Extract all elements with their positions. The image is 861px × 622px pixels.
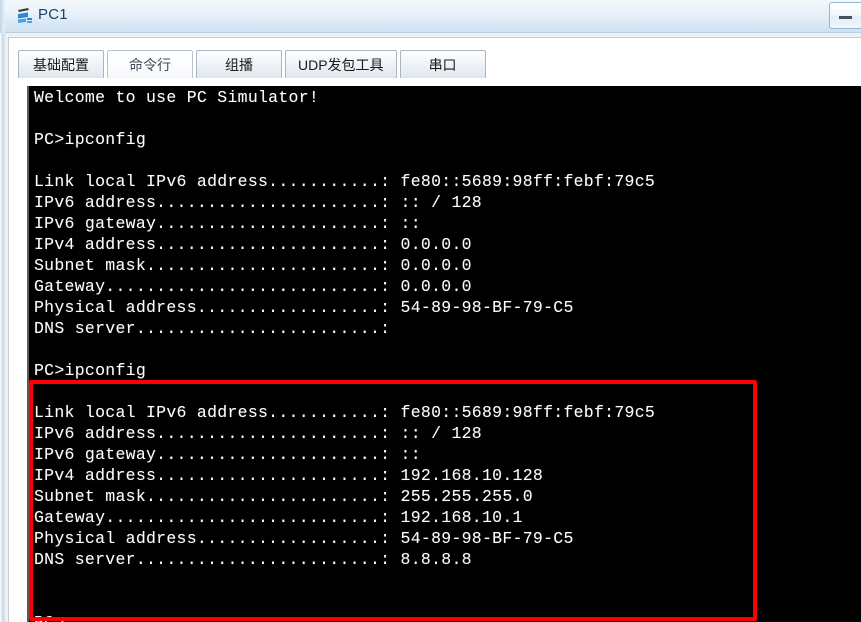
tab-udp-packet-tool[interactable]: UDP发包工具 xyxy=(285,50,397,78)
pc-device-icon xyxy=(15,6,35,26)
tab-basic-config[interactable]: 基础配置 xyxy=(18,50,104,78)
tab-label: 组播 xyxy=(225,56,253,73)
terminal-output: Welcome to use PC Simulator! PC>ipconfig… xyxy=(34,88,656,622)
content-panel: 基础配置 命令行 组播 UDP发包工具 串口 Welcome to use PC… xyxy=(8,37,861,622)
pc1-simulator-window: PC1 基础配置 命令行 组播 UDP发包工具 串口 Welcome to us… xyxy=(0,0,861,622)
minimize-button[interactable] xyxy=(829,2,861,29)
minimize-icon xyxy=(839,16,852,19)
tab-label: UDP发包工具 xyxy=(298,56,384,73)
terminal-console[interactable]: Welcome to use PC Simulator! PC>ipconfig… xyxy=(27,86,861,622)
window-left-edge xyxy=(0,0,5,33)
client-area: 基础配置 命令行 组播 UDP发包工具 串口 Welcome to use PC… xyxy=(0,33,861,622)
window-title-bar[interactable]: PC1 xyxy=(0,0,861,33)
window-title: PC1 xyxy=(38,6,68,23)
tab-label: 基础配置 xyxy=(33,56,89,73)
tab-serial-port[interactable]: 串口 xyxy=(399,50,486,78)
tab-label: 命令行 xyxy=(129,56,171,73)
window-border-gutter xyxy=(0,33,6,622)
tab-command-line[interactable]: 命令行 xyxy=(107,50,193,78)
tab-label: 串口 xyxy=(428,56,457,73)
tab-strip: 基础配置 命令行 组播 UDP发包工具 串口 xyxy=(18,49,489,78)
tab-multicast[interactable]: 组播 xyxy=(196,50,282,78)
